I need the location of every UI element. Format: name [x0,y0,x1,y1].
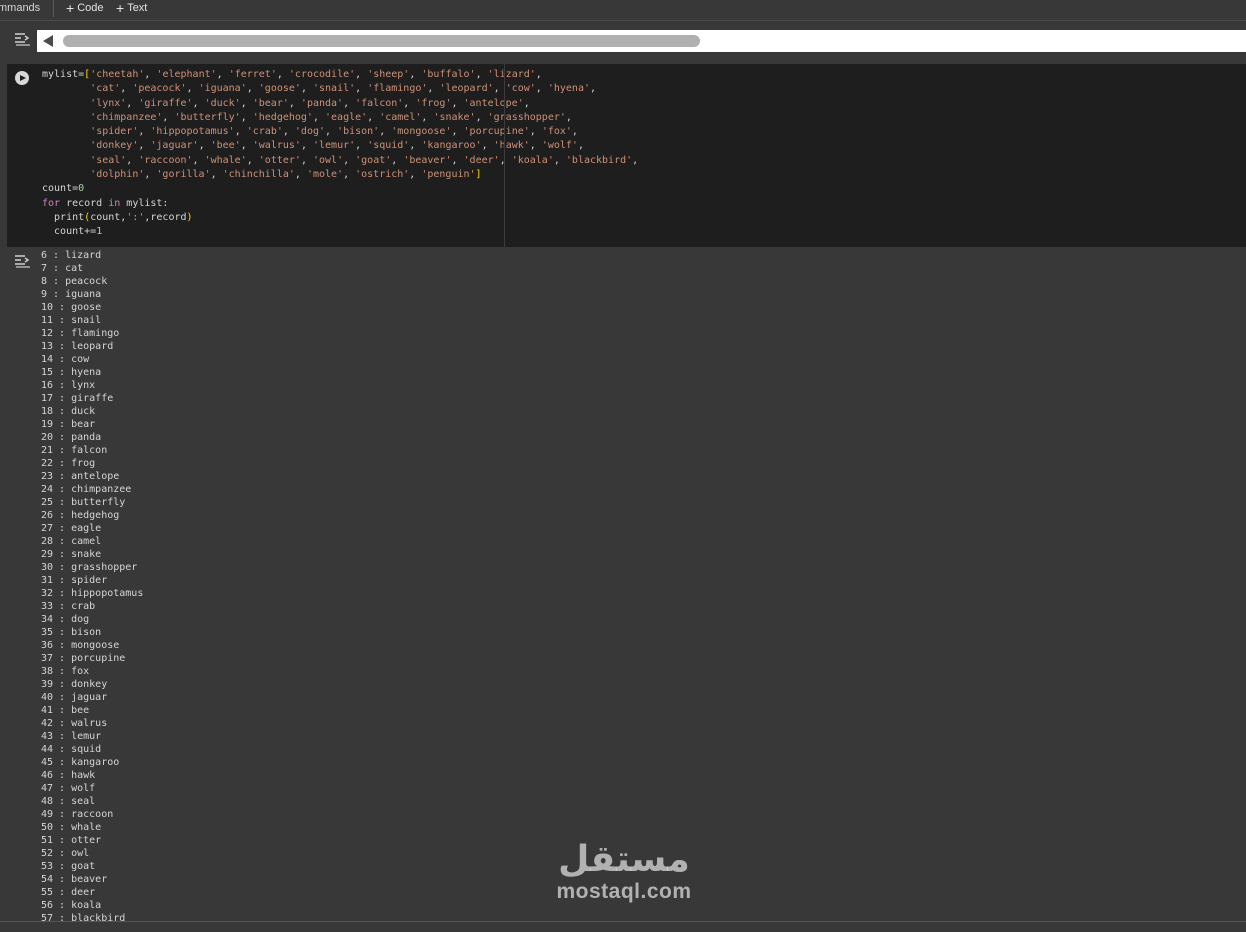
output-line: 20 : panda [41,432,102,443]
toolbar-divider [53,0,54,17]
code-line: print(count,':',record) [42,211,193,223]
code-line: 'donkey', 'jaguar', 'bee', 'walrus', 'le… [90,140,584,152]
output-line: 55 : deer [41,887,96,898]
output-line: 24 : chimpanzee [41,484,132,495]
watermark-latin: mostaql.com [556,880,692,903]
watermark-arabic: مستقل [558,839,690,880]
output-line: 27 : eagle [41,523,102,534]
output-line: 48 : seal [41,796,96,807]
code-line: 'lynx', 'giraffe', 'duck', 'bear', 'pand… [90,97,530,109]
output-line: 18 : duck [41,406,96,417]
add-text-button[interactable]: + Text [116,1,147,15]
output-line: 51 : otter [41,835,102,846]
output-line: 19 : bear [41,419,96,430]
code-cell[interactable]: mylist=['cheetah', 'elephant', 'ferret',… [7,64,1246,247]
output-line: 11 : snail [41,315,102,326]
output-line: 44 : squid [41,744,102,755]
output-line: 12 : flamingo [41,328,120,339]
output-line: 47 : wolf [41,783,96,794]
output-line: 50 : whale [41,822,102,833]
output-line: 21 : falcon [41,445,108,456]
code-line: 'cat', 'peacock', 'iguana', 'goose', 'sn… [90,83,597,95]
plus-icon: + [66,0,75,16]
run-cell-button[interactable] [15,71,29,85]
add-code-button[interactable]: + Code [66,1,103,15]
output-line: 38 : fox [41,666,90,677]
output-line: 32 : hippopotamus [41,588,144,599]
scrollbar-thumb[interactable] [63,35,700,47]
output-line: 34 : dog [41,614,90,625]
output-line: 25 : butterfly [41,497,126,508]
code-line: count=0 [42,183,85,195]
plus-icon: + [116,0,125,16]
output-line: 39 : donkey [41,679,108,690]
output-line: 46 : hawk [41,770,96,781]
output-collapse-icon[interactable] [14,32,32,46]
output-line: 41 : bee [41,705,90,716]
output-line: 6 : lizard [41,250,102,261]
output-line: 45 : kangaroo [41,757,120,768]
output-line: 16 : lynx [41,380,96,391]
output-line: 9 : iguana [41,289,102,300]
output-line: 40 : jaguar [41,692,108,703]
output-line: 22 : frog [41,458,96,469]
output-line: 43 : lemur [41,731,102,742]
code-line: for record in mylist: [42,197,169,209]
output-line: 10 : goose [41,302,102,313]
add-code-label: Code [77,2,104,14]
code-line: 'spider', 'hippopotamus', 'crab', 'dog',… [90,126,578,138]
output-line: 35 : bison [41,627,102,638]
mostaql-watermark: مستقل mostaql.com [548,840,700,912]
output-line: 57 : blackbird [41,913,126,924]
output-line: 7 : cat [41,263,84,274]
output-line: 54 : beaver [41,874,108,885]
code-line: 'chimpanzee', 'butterfly', 'hedgehog', '… [90,111,572,123]
output-line: 26 : hedgehog [41,510,120,521]
output-line: 31 : spider [41,575,108,586]
code-line: count+=1 [42,226,103,238]
line-length-ruler [504,64,505,247]
output-line: 56 : koala [41,900,102,911]
output-line: 28 : camel [41,536,102,547]
notebook-toolbar: mmands + Code + Text [0,0,1246,21]
code-editor[interactable]: mylist=['cheetah', 'elephant', 'ferret',… [42,68,638,240]
output-line: 13 : leopard [41,341,114,352]
output-line: 52 : owl [41,848,90,859]
output-line: 42 : walrus [41,718,108,729]
bottom-divider [0,921,1246,922]
scroll-left-icon[interactable] [43,35,53,47]
commands-button[interactable]: mmands [0,2,40,14]
output-line: 8 : peacock [41,276,108,287]
code-line: 'seal', 'raccoon', 'whale', 'otter', 'ow… [90,154,639,166]
horizontal-scrollbar[interactable] [37,30,1246,52]
code-line: mylist=['cheetah', 'elephant', 'ferret',… [42,69,542,80]
output-line: 33 : crab [41,601,96,612]
output-line: 49 : raccoon [41,809,114,820]
output-line: 53 : goat [41,861,96,872]
output-toggle-icon[interactable] [14,254,32,268]
output-line: 29 : snake [41,549,102,560]
output-line: 17 : giraffe [41,393,114,404]
cell-output: 6 : lizard 7 : cat 8 : peacock 9 : iguana 10… [41,249,143,925]
add-text-label: Text [127,2,148,14]
output-line: 15 : hyena [41,367,102,378]
output-line: 37 : porcupine [41,653,126,664]
output-line: 36 : mongoose [41,640,120,651]
output-line: 30 : grasshopper [41,562,138,573]
code-line: 'dolphin', 'gorilla', 'chinchilla', 'mol… [90,169,482,181]
output-line: 14 : cow [41,354,90,365]
output-line: 23 : antelope [41,471,120,482]
